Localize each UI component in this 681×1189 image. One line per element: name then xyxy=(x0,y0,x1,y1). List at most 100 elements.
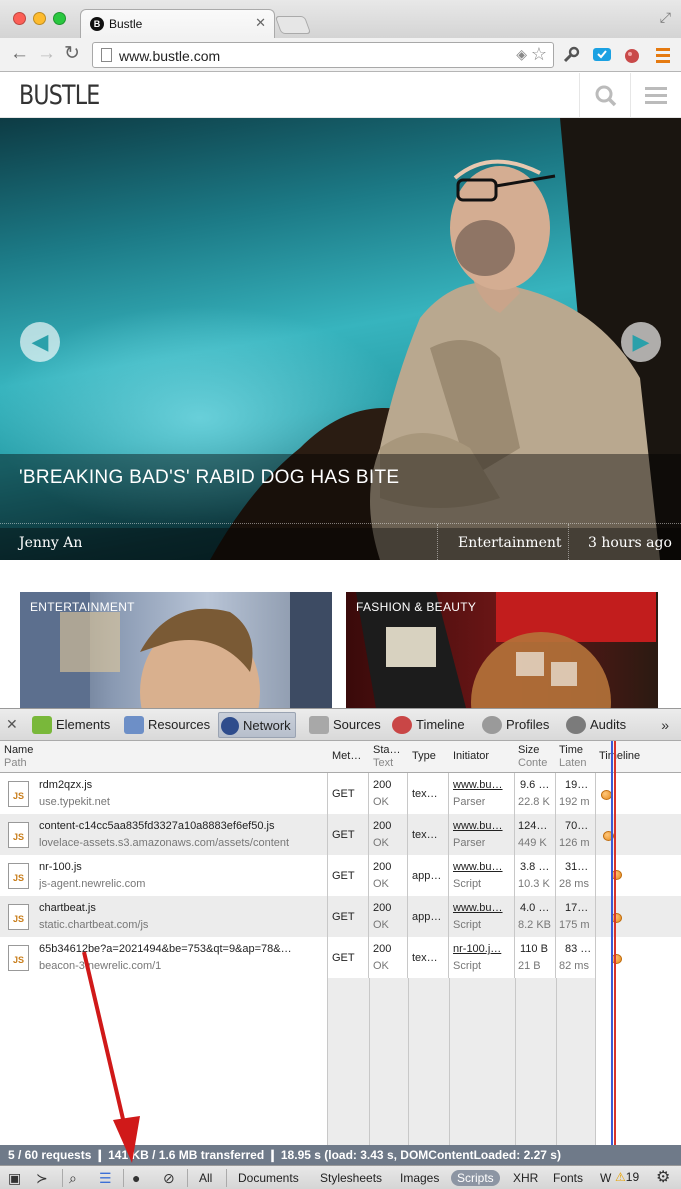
request-name: rdm2qzx.js xyxy=(39,779,93,791)
browser-tabstrip: B Bustle ✕ ⤢ xyxy=(0,0,681,38)
request-status-text: OK xyxy=(373,960,389,972)
arrow-right-icon: ▶ xyxy=(632,329,650,354)
zoom-window-button[interactable] xyxy=(53,12,66,25)
extension-apple-icon[interactable] xyxy=(623,46,641,64)
close-devtools-icon[interactable]: ✕ xyxy=(6,716,18,733)
js-file-icon: JS xyxy=(8,781,29,807)
prev-slide-button[interactable]: ◀ xyxy=(20,322,60,362)
next-slide-button[interactable]: ▶ xyxy=(621,322,661,362)
site-info-icon[interactable]: ◈ xyxy=(516,46,527,63)
article-card[interactable]: ENTERTAINMENT xyxy=(20,592,332,708)
tab-resources[interactable]: Resources xyxy=(124,712,214,738)
filter-fonts[interactable]: Fonts xyxy=(553,1170,583,1186)
record-icon[interactable]: ● xyxy=(132,1169,140,1187)
extension-chat-icon[interactable] xyxy=(592,46,612,64)
wrench-icon[interactable] xyxy=(562,46,580,64)
request-initiator-link[interactable]: www.bu… xyxy=(453,819,513,833)
warning-counter[interactable]: ⚠19 xyxy=(615,1170,639,1184)
hero-headline[interactable]: 'BREAKING BAD'S' RABID DOG HAS BITE xyxy=(19,467,399,489)
arrow-left-icon: ◀ xyxy=(31,329,49,354)
network-icon xyxy=(221,716,239,735)
more-tabs-button[interactable]: » xyxy=(661,717,669,733)
fullscreen-icon[interactable]: ⤢ xyxy=(660,9,671,26)
chrome-menu-icon[interactable] xyxy=(655,46,671,64)
request-status: 200 xyxy=(373,943,392,955)
column-divider xyxy=(556,978,557,1145)
filter-xhr[interactable]: XHR xyxy=(513,1170,538,1186)
browser-tab[interactable]: B Bustle ✕ xyxy=(80,9,275,38)
request-initiator-type: Script xyxy=(453,878,482,890)
dock-icon[interactable]: ▣ xyxy=(8,1169,21,1187)
search-icon[interactable]: ⌕ xyxy=(69,1169,77,1187)
hero-timestamp: 3 hours ago xyxy=(588,535,672,551)
request-path: js-agent.newrelic.com xyxy=(39,878,146,890)
tab-elements[interactable]: Elements xyxy=(32,712,114,738)
hero-slideshow[interactable]: ◀ ▶ 'BREAKING BAD'S' RABID DOG HAS BITE … xyxy=(0,118,681,560)
site-header: BUSTLE xyxy=(0,73,681,118)
filter-images[interactable]: Images xyxy=(400,1170,439,1186)
network-summary-bar: 5 / 60 requests ❙ 141 KB / 1.6 MB transf… xyxy=(0,1145,681,1165)
request-status-text: OK xyxy=(373,796,389,808)
search-icon[interactable] xyxy=(594,84,618,108)
column-timeline[interactable]: Timeline xyxy=(599,750,640,763)
card-category: ENTERTAINMENT xyxy=(30,600,135,614)
devtools-status-bar: ▣ ≻ ⌕ ☰ ● ⊘ All Documents Stylesheets Im… xyxy=(0,1165,681,1189)
request-name: nr-100.js xyxy=(39,861,82,873)
menu-icon[interactable] xyxy=(645,85,667,105)
forward-icon[interactable]: → xyxy=(37,43,56,65)
request-content-size: 10.3 K xyxy=(518,878,550,890)
bookmark-star-icon[interactable]: ☆ xyxy=(531,44,547,65)
reload-icon[interactable]: ↻ xyxy=(64,43,80,65)
column-divider[interactable] xyxy=(595,773,596,1145)
column-name[interactable]: Name Path xyxy=(4,744,33,770)
tab-close-icon[interactable]: ✕ xyxy=(255,15,266,31)
request-path: use.typekit.net xyxy=(39,796,110,808)
console-drawer-icon[interactable]: ≻ xyxy=(36,1169,48,1187)
filter-scripts[interactable]: Scripts xyxy=(451,1170,500,1186)
column-status[interactable]: Sta… Text xyxy=(373,744,401,770)
js-file-icon: JS xyxy=(8,945,29,971)
profiles-icon xyxy=(482,715,502,734)
tab-timeline[interactable]: Timeline xyxy=(392,712,469,738)
caption-divider xyxy=(437,524,438,560)
address-bar[interactable]: www.bustle.com ◈ ☆ xyxy=(92,42,554,68)
new-tab-button[interactable] xyxy=(274,16,312,34)
column-type[interactable]: Type xyxy=(412,750,436,763)
caption-divider xyxy=(0,523,681,524)
request-time: 70… xyxy=(565,820,589,832)
column-size[interactable]: Size Conte xyxy=(518,744,554,770)
bustle-logo[interactable]: BUSTLE xyxy=(19,80,100,111)
article-card[interactable]: FASHION & BEAUTY xyxy=(346,592,658,708)
request-path: beacon-3.newrelic.com/1 xyxy=(39,960,162,972)
url-text[interactable]: www.bustle.com xyxy=(119,48,220,64)
filter-websockets[interactable]: W xyxy=(600,1170,611,1186)
close-window-button[interactable] xyxy=(13,12,26,25)
large-rows-icon[interactable]: ☰ xyxy=(99,1169,112,1187)
tab-profiles[interactable]: Profiles xyxy=(482,712,553,738)
request-initiator-link[interactable]: www.bu… xyxy=(453,901,513,915)
tab-audits[interactable]: Audits xyxy=(566,712,630,738)
request-size: 124… xyxy=(518,820,548,832)
hero-category[interactable]: Entertainment xyxy=(458,535,562,551)
clear-icon[interactable]: ⊘ xyxy=(163,1169,175,1187)
hero-author[interactable]: Jenny An xyxy=(19,535,82,551)
request-initiator-type: Parser xyxy=(453,796,486,808)
request-status-text: OK xyxy=(373,878,389,890)
settings-gear-icon[interactable]: ⚙ xyxy=(656,1169,670,1187)
filter-stylesheets[interactable]: Stylesheets xyxy=(320,1170,382,1186)
request-initiator-type: Parser xyxy=(453,837,486,849)
request-initiator-link[interactable]: www.bu… xyxy=(453,778,513,792)
tab-title: Bustle xyxy=(109,17,143,31)
request-initiator-link[interactable]: nr-100.j… xyxy=(453,942,513,956)
request-time: 17… xyxy=(565,902,589,914)
column-time[interactable]: Time Laten xyxy=(559,744,593,770)
back-icon[interactable]: ← xyxy=(10,43,29,65)
minimize-window-button[interactable] xyxy=(33,12,46,25)
tab-sources[interactable]: Sources xyxy=(309,712,385,738)
filter-documents[interactable]: Documents xyxy=(238,1170,299,1186)
filter-all[interactable]: All xyxy=(199,1170,212,1186)
request-initiator-link[interactable]: www.bu… xyxy=(453,860,513,874)
column-method[interactable]: Met… xyxy=(332,750,361,763)
tab-network[interactable]: Network xyxy=(218,712,296,738)
column-initiator[interactable]: Initiator xyxy=(453,750,489,763)
